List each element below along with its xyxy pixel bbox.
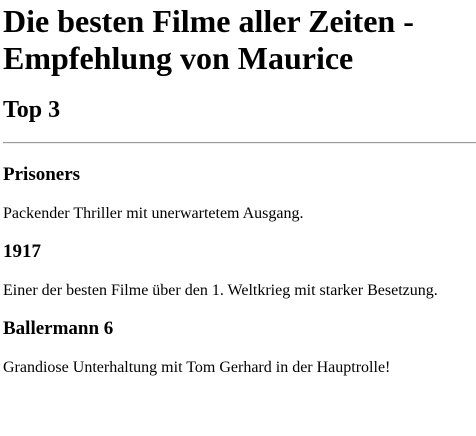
movie-title: Prisoners: [3, 164, 81, 185]
divider: [3, 142, 476, 144]
movie-title: Ballermann 6: [3, 318, 114, 339]
page-content: Die besten Filme aller Zeiten - Empfehlu…: [0, 3, 476, 377]
page-title: Die besten Filme aller Zeiten - Empfehlu…: [3, 3, 414, 76]
movie-item: 1917 Einer der besten Filme über den 1. …: [3, 241, 476, 300]
movie-description: Grandiose Unterhaltung mit Tom Gerhard i…: [3, 359, 391, 376]
section-heading-top-3: Top 3: [3, 97, 61, 123]
movie-description: Einer der besten Filme über den 1. Weltk…: [3, 282, 438, 299]
movie-title: 1917: [3, 241, 41, 262]
movie-item: Ballermann 6 Grandiose Unterhaltung mit …: [3, 318, 476, 377]
movie-description: Packender Thriller mit unerwartetem Ausg…: [3, 205, 304, 222]
movie-item: Prisoners Packender Thriller mit unerwar…: [3, 164, 476, 223]
movie-list: Prisoners Packender Thriller mit unerwar…: [3, 164, 476, 377]
